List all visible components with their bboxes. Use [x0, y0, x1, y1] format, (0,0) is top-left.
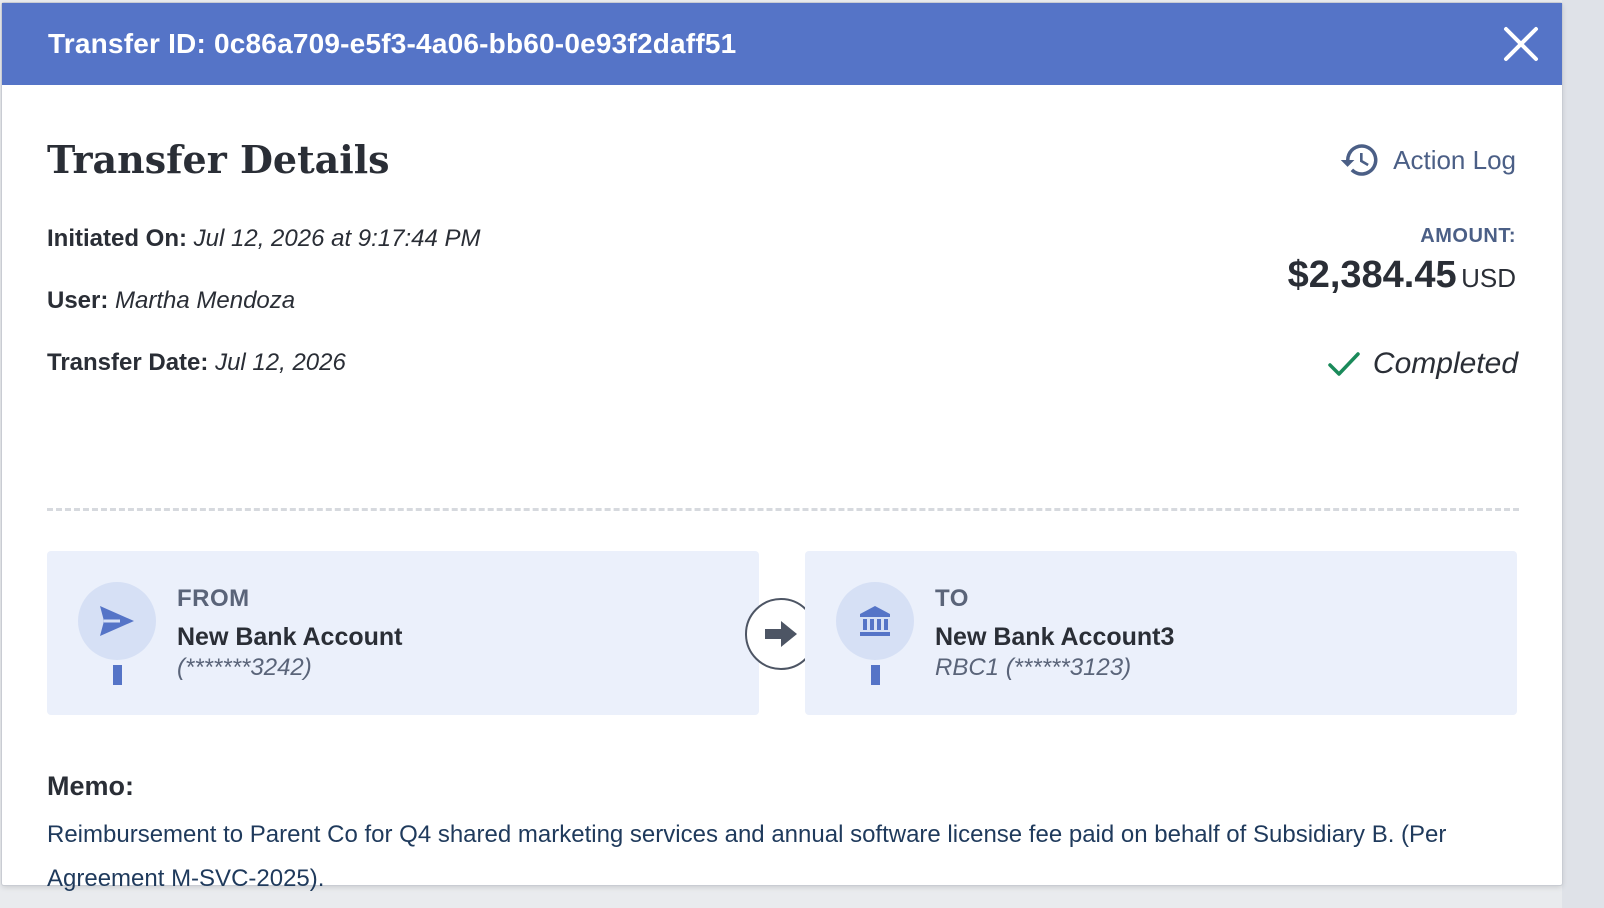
- action-log-button[interactable]: Action Log: [1339, 139, 1516, 181]
- from-text: FROM New Bank Account (*******3242): [177, 585, 403, 682]
- to-account-card: TO New Bank Account3 RBC1 (******3123): [805, 551, 1517, 715]
- to-label: TO: [935, 585, 969, 612]
- initiated-value: Jul 12, 2026 at 9:17:44 PM: [193, 225, 481, 252]
- user-row: User: Martha Mendoza: [47, 283, 481, 345]
- user-value: Martha Mendoza: [115, 287, 296, 314]
- send-icon: [78, 582, 156, 660]
- backdrop: [1562, 0, 1604, 908]
- from-marker: [113, 665, 122, 685]
- status-badge: Completed: [1327, 347, 1518, 381]
- from-account-card: FROM New Bank Account (*******3242): [47, 551, 759, 715]
- divider: [47, 508, 1519, 511]
- action-log-label: Action Log: [1393, 144, 1516, 175]
- transfer-modal: Transfer ID: 0c86a709-e5f3-4a06-bb60-0e9…: [2, 3, 1562, 892]
- amount-value: $2,384.45: [1287, 254, 1457, 296]
- amount-label: AMOUNT:: [1420, 225, 1516, 247]
- transfer-date-value: Jul 12, 2026: [215, 349, 346, 376]
- amount-block: AMOUNT: $2,384.45 USD: [1288, 225, 1516, 297]
- transfer-id-title: Transfer ID: 0c86a709-e5f3-4a06-bb60-0e9…: [48, 28, 737, 59]
- from-label: FROM: [177, 585, 250, 612]
- history-icon: [1340, 144, 1378, 176]
- transfer-date-label: Transfer Date:: [47, 349, 209, 376]
- bank-icon: [836, 582, 914, 660]
- initiated-row: Initiated On: Jul 12, 2026 at 9:17:44 PM: [47, 221, 481, 283]
- to-text: TO New Bank Account3 RBC1 (******3123): [935, 585, 1174, 682]
- memo-label: Memo:: [47, 771, 134, 801]
- to-account-number: RBC1 (******3123): [935, 654, 1132, 681]
- initiated-label: Initiated On:: [47, 225, 187, 252]
- close-icon[interactable]: [1500, 23, 1542, 65]
- amount-currency: USD: [1461, 263, 1516, 293]
- memo-text: Reimbursement to Parent Co for Q4 shared…: [47, 821, 1447, 892]
- status-label: Completed: [1372, 347, 1518, 380]
- user-label: User:: [47, 287, 109, 314]
- to-marker: [871, 665, 880, 685]
- to-account-name: New Bank Account3: [935, 623, 1175, 651]
- transfer-meta: Initiated On: Jul 12, 2026 at 9:17:44 PM…: [47, 221, 481, 407]
- check-icon: [1328, 352, 1360, 376]
- amount-line: $2,384.45 USD: [1288, 254, 1516, 297]
- from-account-name: New Bank Account: [177, 623, 403, 651]
- modal-header: Transfer ID: 0c86a709-e5f3-4a06-bb60-0e9…: [2, 3, 1562, 85]
- from-account-number: (*******3242): [177, 654, 312, 681]
- transfer-date-row: Transfer Date: Jul 12, 2026: [47, 345, 481, 407]
- page-title: Transfer Details: [47, 137, 390, 182]
